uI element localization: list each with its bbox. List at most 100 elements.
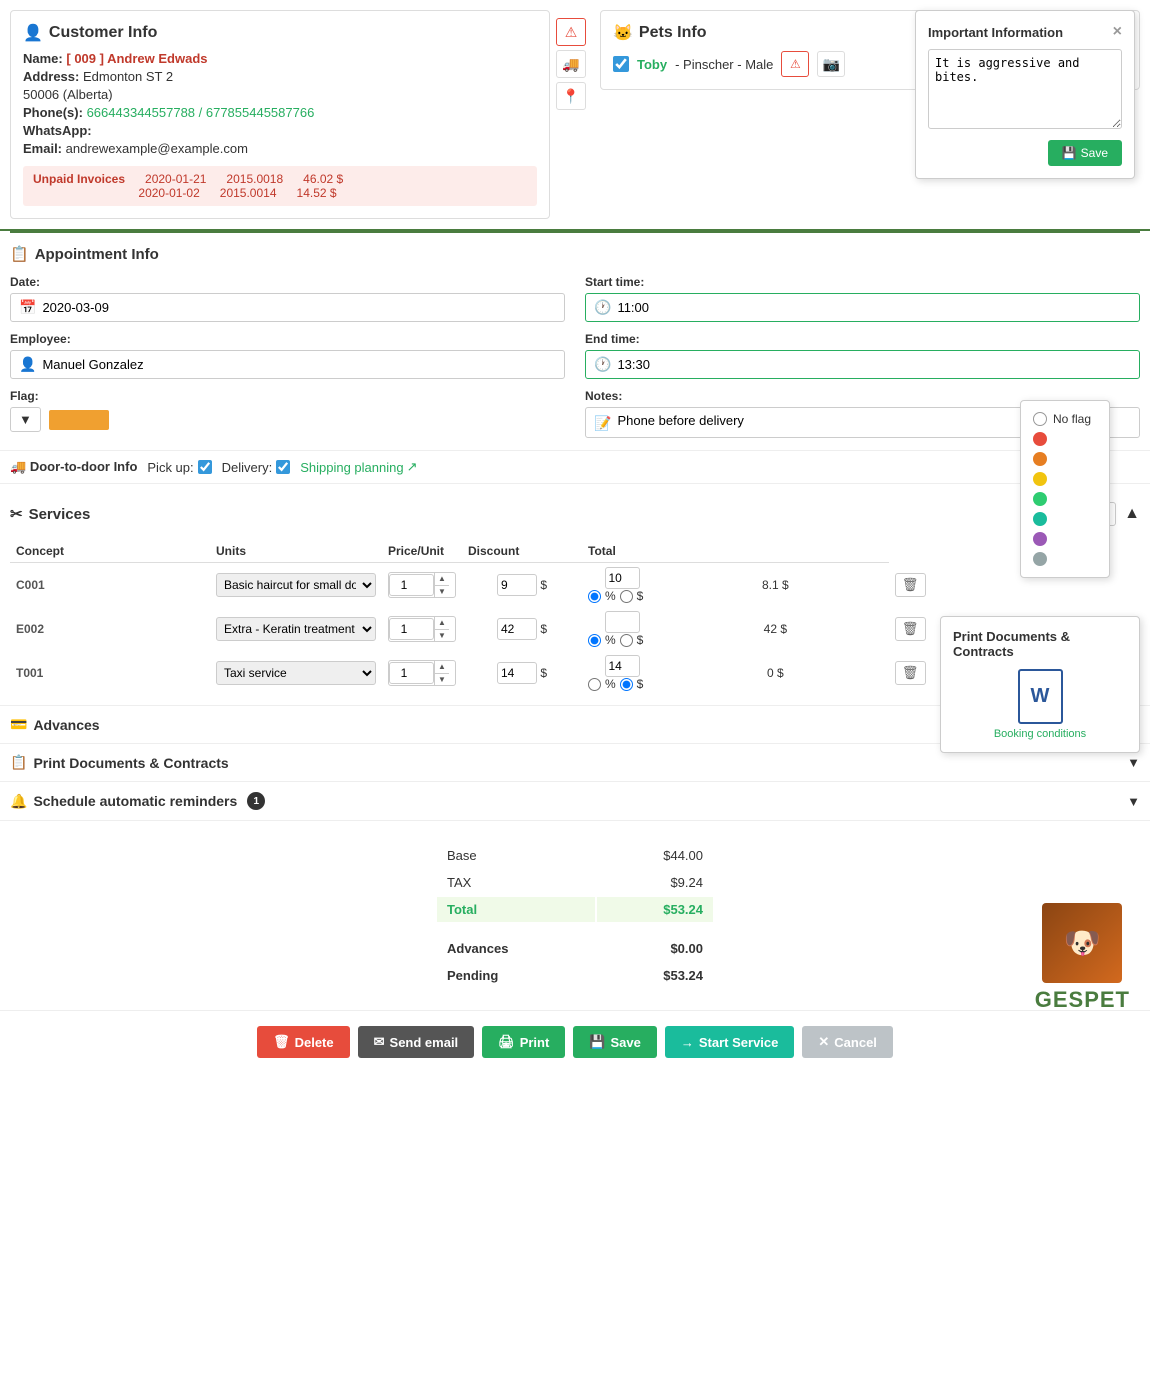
customer-truck-button[interactable]: 🚚 [556, 50, 586, 78]
flag-option-green[interactable] [1033, 489, 1097, 509]
start-time-input[interactable]: 11:00 [617, 300, 1131, 315]
pet-camera-button[interactable]: 📷 [817, 51, 845, 77]
customer-alert-button[interactable]: ⚠ [556, 18, 586, 46]
arrow-icon: → [681, 1035, 694, 1050]
employee-label: Employee: [10, 332, 565, 346]
doc-label: Booking conditions [994, 728, 1086, 740]
discount-dollar-radio-1[interactable] [620, 634, 633, 647]
units-spinner-2[interactable]: ▲ ▼ [388, 660, 456, 686]
save-button[interactable]: 💾 Save [573, 1026, 657, 1058]
units-input-0[interactable] [389, 574, 434, 596]
important-info-save-button[interactable]: 💾Save [1048, 140, 1122, 166]
delete-service-1[interactable]: 🗑 [895, 617, 926, 641]
important-info-close[interactable]: × [1113, 23, 1122, 41]
date-input[interactable]: 2020-03-09 [42, 300, 556, 315]
service-concept-1[interactable]: Extra - Keratin treatment [216, 617, 376, 641]
th-price: Price/Unit [382, 540, 462, 563]
discount-radio-group-1: % $ [588, 633, 656, 647]
units-up-2[interactable]: ▲ [435, 661, 449, 674]
units-spinner-1[interactable]: ▲ ▼ [388, 616, 456, 642]
base-value: $44.00 [597, 843, 713, 868]
discount-input-0[interactable] [605, 567, 640, 589]
flag-option-purple[interactable] [1033, 529, 1097, 549]
cancel-button[interactable]: ✕ Cancel [802, 1026, 893, 1058]
discount-pct-radio-0[interactable] [588, 590, 601, 603]
print-button[interactable]: 🖨 Print [482, 1026, 565, 1058]
truck-icon: 🚚 [10, 459, 26, 474]
print-docs-chevron[interactable]: ▼ [1127, 755, 1140, 770]
customer-pin-button[interactable]: 📍 [556, 82, 586, 110]
services-chevron[interactable]: ▲ [1124, 505, 1140, 523]
customer-email: andrewexample@example.com [66, 141, 248, 156]
flag-option-yellow[interactable] [1033, 469, 1097, 489]
delete-button[interactable]: 🗑 Delete [257, 1026, 350, 1058]
pickup-checkbox[interactable] [198, 460, 212, 474]
discount-dollar-radio-2[interactable] [620, 678, 633, 691]
flag-option-teal[interactable] [1033, 509, 1097, 529]
delete-service-2[interactable]: 🗑 [895, 661, 926, 685]
tax-label: TAX [437, 870, 595, 895]
door-to-door-label: 🚚 Door-to-door Info [10, 459, 137, 475]
user-icon: 👤 [19, 356, 36, 373]
customer-info-title: Customer Info [23, 23, 537, 43]
service-concept-0[interactable]: Basic haircut for small dog [216, 573, 376, 597]
table-row: C001 Basic haircut for small dog ▲ ▼ $ [10, 563, 1140, 608]
pet-alert-button[interactable]: ⚠ [781, 51, 809, 77]
reminders-chevron[interactable]: ▼ [1127, 794, 1140, 809]
booking-conditions-doc[interactable]: W Booking conditions [953, 669, 1127, 740]
printer-icon: 🖨 [498, 1034, 515, 1050]
total-value-2: 0 [767, 666, 774, 680]
units-spinner-0[interactable]: ▲ ▼ [388, 572, 456, 598]
units-arrows-2[interactable]: ▲ ▼ [434, 661, 449, 685]
units-down-1[interactable]: ▼ [435, 630, 449, 642]
units-down-2[interactable]: ▼ [435, 674, 449, 686]
discount-radio-group-0: % $ [588, 589, 656, 603]
units-down-0[interactable]: ▼ [435, 586, 449, 598]
pickup-checkbox-label: Pick up: [147, 460, 211, 475]
unpaid-amount-2: 14.52 $ [297, 186, 337, 200]
flag-option-orange[interactable] [1033, 449, 1097, 469]
service-code-1: E002 [10, 607, 210, 651]
flag-option-none[interactable]: No flag [1033, 409, 1097, 429]
pet-checkbox[interactable] [613, 56, 629, 72]
delivery-checkbox[interactable] [276, 460, 290, 474]
reminders-header[interactable]: 🔔 Schedule automatic reminders 1 ▼ [0, 782, 1150, 820]
total-dollar-0: $ [782, 578, 789, 592]
discount-input-2[interactable] [605, 655, 640, 677]
x-icon: ✕ [818, 1034, 829, 1050]
unpaid-amount-1: 46.02 $ [303, 172, 343, 186]
unpaid-ref-1: 2015.0018 [226, 172, 283, 186]
price-input-2[interactable] [497, 662, 537, 684]
pending-label: Pending [437, 963, 595, 988]
employee-input[interactable]: Manuel Gonzalez [42, 357, 556, 372]
end-time-input[interactable]: 13:30 [617, 357, 1131, 372]
discount-pct-radio-1[interactable] [588, 634, 601, 647]
discount-dollar-radio-0[interactable] [620, 590, 633, 603]
flag-dropdown[interactable]: ▼ [10, 407, 41, 432]
units-up-1[interactable]: ▲ [435, 617, 449, 630]
units-arrows-1[interactable]: ▲ ▼ [434, 617, 449, 641]
pet-name: Toby [637, 57, 667, 72]
advances-title: Advances [33, 717, 99, 733]
reminders-badge: 1 [247, 792, 265, 810]
delete-service-0[interactable]: 🗑 [895, 573, 926, 597]
shipping-planning-link[interactable]: Shipping planning ↗ [300, 459, 417, 475]
price-input-0[interactable] [497, 574, 537, 596]
customer-city: 50006 (Alberta) [23, 87, 113, 102]
customer-address: Edmonton ST 2 [83, 69, 173, 84]
units-input-2[interactable] [389, 662, 434, 684]
start-service-button[interactable]: → Start Service [665, 1026, 795, 1058]
flag-option-red[interactable] [1033, 429, 1097, 449]
units-arrows-0[interactable]: ▲ ▼ [434, 573, 449, 597]
price-input-1[interactable] [497, 618, 537, 640]
discount-input-1[interactable] [605, 611, 640, 633]
units-input-1[interactable] [389, 618, 434, 640]
service-concept-2[interactable]: Taxi service [216, 661, 376, 685]
flag-option-gray[interactable] [1033, 549, 1097, 569]
units-up-0[interactable]: ▲ [435, 573, 449, 586]
unpaid-date-2: 2020-01-02 [138, 186, 199, 200]
discount-pct-radio-2[interactable] [588, 678, 601, 691]
important-info-textarea[interactable]: It is aggressive and bites. [928, 49, 1122, 129]
send-email-button[interactable]: ✉ Send email [358, 1026, 475, 1058]
print-documents-popup: Print Documents & Contracts W Booking co… [940, 616, 1140, 753]
